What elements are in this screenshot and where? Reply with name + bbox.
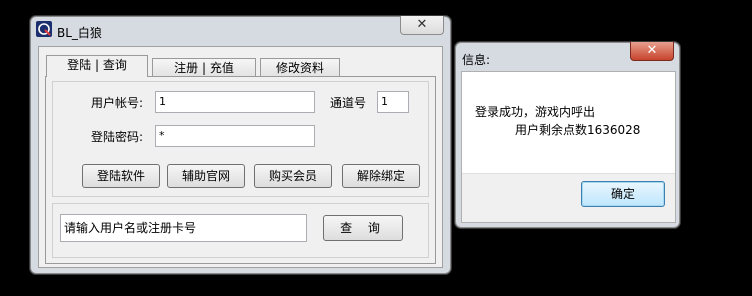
dialog-title: 信息: [462,53,491,67]
tab-panel: 用户帐号: 1 通道号 1 登陆密码: * 登陆软件 辅助官网 购买会员 解除绑… [45,76,436,264]
tab-login-query[interactable]: 登陆 | 查询 [46,55,148,77]
login-groupbox: 用户帐号: 1 通道号 1 登陆密码: * 登陆软件 辅助官网 购买会员 解除绑… [52,81,429,197]
dialog-close-button[interactable]: ✕ [630,42,674,61]
buy-membership-button[interactable]: 购买会员 [254,164,332,188]
channel-input[interactable]: 1 [377,91,409,113]
main-client-area: 登陆 | 查询 注册 | 充值 修改资料 用户帐号: 1 通道号 1 登陆密码:… [38,46,443,268]
dialog-message-line2: 用户剩余点数1636028 [515,123,641,137]
query-button[interactable]: 查 询 [323,215,403,241]
password-input[interactable]: * [155,125,315,147]
tab-register-recharge[interactable]: 注册 | 充值 [152,58,256,77]
main-window-title: BL_白狼 [57,26,102,40]
account-input[interactable]: 1 [155,91,315,113]
query-input[interactable]: 请输入用户名或注册卡号 [60,214,307,242]
account-label: 用户帐号: [91,96,144,110]
tab-modify-profile[interactable]: 修改资料 [260,58,340,77]
close-icon: ✕ [416,17,428,32]
main-titlebar[interactable]: BL_白狼 ✕ [31,16,450,47]
channel-label: 通道号 [330,96,367,110]
close-icon: ✕ [646,43,658,58]
ok-button[interactable]: 确定 [581,181,665,207]
dialog-message-line1: 登录成功，游戏内呼出 [475,105,596,119]
tab-label: 修改资料 [275,61,324,75]
query-groupbox: 请输入用户名或注册卡号 查 询 [52,203,429,258]
main-window: BL_白狼 ✕ 登陆 | 查询 注册 | 充值 修改资料 用户帐号: 1 通道号… [30,16,451,274]
app-logo-icon [36,21,52,37]
info-dialog: 信息: ✕ 登录成功，游戏内呼出 用户剩余点数1636028 确定 [455,42,680,228]
login-button[interactable]: 登陆软件 [82,164,160,188]
tab-label: 注册 | 充值 [174,61,234,75]
official-website-button[interactable]: 辅助官网 [167,164,245,188]
dialog-titlebar[interactable]: 信息: ✕ [456,42,679,73]
tab-label: 登陆 | 查询 [67,58,127,72]
dialog-client-area: 登录成功，游戏内呼出 用户剩余点数1636028 确定 [461,71,676,223]
password-label: 登陆密码: [91,130,144,144]
unbind-button[interactable]: 解除绑定 [342,164,420,188]
main-close-button[interactable]: ✕ [400,16,444,35]
